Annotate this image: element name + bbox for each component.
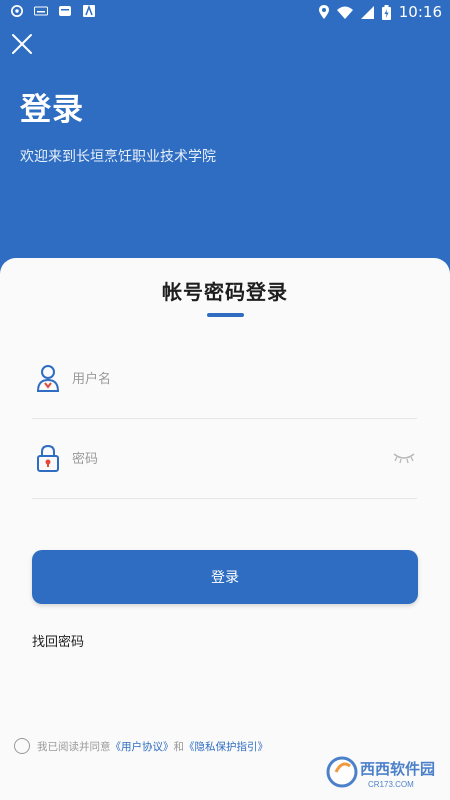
signal-icon: [360, 5, 374, 19]
watermark-logo: 西西软件园 CR173.COM: [326, 756, 435, 789]
keyboard-icon: [34, 6, 48, 16]
battery-icon: [381, 4, 391, 20]
lock-icon: [37, 444, 59, 472]
username-field: [32, 358, 417, 419]
forgot-password-link[interactable]: 找回密码: [32, 631, 84, 650]
login-method-title: 帐号密码登录: [162, 280, 288, 304]
welcome-text: 欢迎来到长垣烹饪职业技术学院: [20, 149, 216, 165]
user-icon: [36, 365, 60, 392]
privacy-guide-link[interactable]: 《隐私保护指引》: [184, 739, 268, 754]
title-underline: [207, 313, 244, 317]
login-card: 帐号密码登录 登录 找回密码 我已阅读并同意 《用户协议》 和 《隐私保护指引》: [0, 258, 450, 800]
watermark-domain: CR173.COM: [368, 780, 414, 789]
agreement-prefix: 我已阅读并同意: [37, 740, 111, 753]
password-field: [32, 438, 417, 499]
page-title: 登录: [20, 92, 84, 128]
app-icon: [83, 5, 95, 17]
eye-closed-icon[interactable]: [393, 452, 415, 464]
app-icon: [59, 6, 71, 16]
username-input[interactable]: [70, 366, 374, 392]
agree-checkbox[interactable]: [14, 738, 30, 754]
password-input[interactable]: [70, 446, 374, 472]
wifi-icon: [336, 6, 353, 19]
watermark-name: 西西软件园: [360, 760, 435, 778]
header-banner: 10:16 登录 欢迎来到长垣烹饪职业技术学院: [0, 0, 450, 300]
location-icon: [318, 5, 329, 19]
status-bar: 10:16: [0, 0, 450, 24]
agreement-row: 我已阅读并同意 《用户协议》 和 《隐私保护指引》: [14, 736, 314, 756]
status-time: 10:16: [398, 3, 442, 21]
agreement-and: 和: [173, 740, 185, 753]
login-button[interactable]: 登录: [32, 550, 418, 604]
user-agreement-link[interactable]: 《用户协议》: [111, 739, 174, 754]
app-icon: [11, 5, 23, 17]
close-icon[interactable]: [10, 32, 34, 56]
